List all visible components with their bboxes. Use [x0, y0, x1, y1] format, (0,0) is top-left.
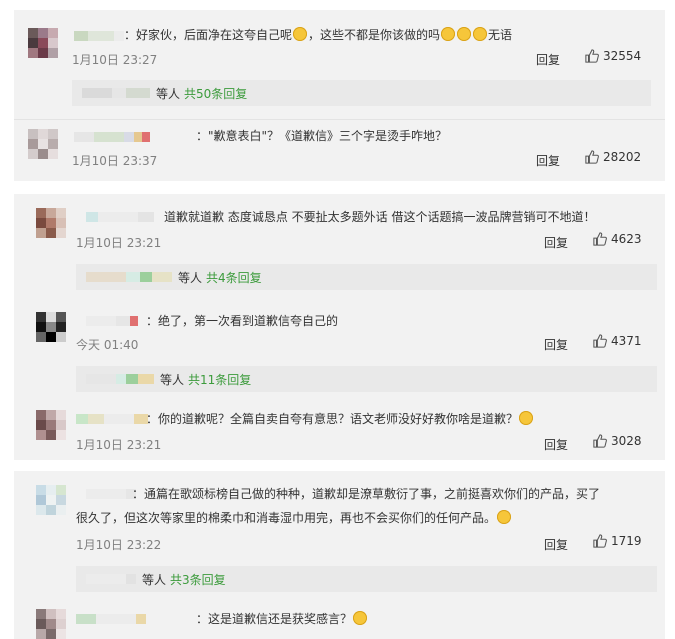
reply-thread-link[interactable]: 等人 共50条回复: [72, 80, 651, 106]
comment-time: 1月10日 23:21: [76, 438, 162, 452]
reply-usernames: [86, 572, 136, 586]
like-button[interactable]: 3028: [593, 434, 642, 448]
thumbs-up-icon: [593, 334, 607, 348]
comment-time: 今天 01:40: [76, 338, 139, 352]
like-button[interactable]: 32554: [585, 49, 641, 63]
avatar[interactable]: [36, 312, 66, 342]
like-count: 1719: [611, 534, 642, 548]
reply-button[interactable]: 回复: [544, 336, 568, 353]
reply-button[interactable]: 回复: [536, 152, 560, 169]
username[interactable]: [86, 487, 136, 501]
username[interactable]: [76, 612, 146, 626]
emoji-icon: [353, 611, 368, 625]
thumbs-up-icon: [593, 232, 607, 246]
thumbs-up-icon: [593, 534, 607, 548]
emoji-icon: [473, 27, 488, 41]
emoji-icon: [441, 27, 456, 41]
like-count: 32554: [603, 49, 642, 63]
reply-usernames: [86, 270, 172, 284]
reply-thread-link[interactable]: 等人 共4条回复: [76, 264, 657, 290]
emoji-icon: [519, 411, 534, 425]
username[interactable]: [86, 314, 138, 328]
avatar[interactable]: [28, 129, 58, 159]
comment-text: ：绝了，第一次看到道歉信夸自己的: [146, 314, 339, 328]
comment-time: 1月10日 23:27: [72, 53, 158, 67]
avatar[interactable]: [36, 609, 66, 639]
like-count: 3028: [611, 434, 642, 448]
reply-usernames: [86, 372, 154, 386]
comment-panel: ：好家伙，后面净在这夸自己呢 ，这些不都是你该做的吗 无语 1月10日 23:27 …: [14, 10, 665, 181]
comment-text: ：这是道歉信还是获奖感言？: [196, 610, 368, 628]
like-button[interactable]: 4623: [593, 232, 642, 246]
comment-time: 1月10日 23:37: [72, 154, 158, 168]
comment-text: ：通篇在歌颂标榜自己做的种种，道歉却是潦草敷衍了事，之前挺喜欢你们的产品，买了: [132, 487, 601, 501]
comment-time: 1月10日 23:21: [76, 236, 162, 250]
comment-panel: 道歉就道歉 态度诚恳点 不要扯太多题外话 借这个话题搞一波品牌营销可不地道！ 1…: [14, 194, 665, 460]
avatar[interactable]: [36, 410, 66, 440]
like-count: 4623: [611, 232, 642, 246]
reply-usernames: [82, 86, 150, 100]
username[interactable]: [76, 412, 148, 426]
emoji-icon: [293, 27, 308, 41]
comment-text: ：好家伙，后面净在这夸自己呢 ，这些不都是你该做的吗 无语: [124, 27, 513, 42]
thumbs-up-icon: [585, 150, 599, 164]
avatar[interactable]: [28, 28, 58, 58]
comment-panel: ：通篇在歌颂标榜自己做的种种，道歉却是潦草敷衍了事，之前挺喜欢你们的产品，买了 …: [14, 471, 665, 639]
username[interactable]: [86, 210, 154, 224]
reply-button[interactable]: 回复: [544, 234, 568, 251]
like-count: 4371: [611, 334, 642, 348]
username[interactable]: [74, 29, 124, 43]
emoji-icon: [457, 27, 472, 41]
like-button[interactable]: 1719: [593, 534, 642, 548]
like-button[interactable]: 28202: [585, 150, 641, 164]
reply-button[interactable]: 回复: [544, 536, 568, 553]
comment-text: 道歉就道歉 态度诚恳点 不要扯太多题外话 借这个话题搞一波品牌营销可不地道！: [164, 210, 596, 224]
username[interactable]: [74, 130, 150, 144]
comment-time: 1月10日 23:22: [76, 538, 162, 552]
like-button[interactable]: 4371: [593, 334, 642, 348]
comment-text: ："歉意表白"？《道歉信》三个字是烫手咋地？: [196, 129, 448, 143]
comment-text-line2: 很久了，但这次等家里的棉柔巾和消毒湿巾用完，再也不会买你们的任何产品。: [76, 509, 512, 527]
thumbs-up-icon: [593, 434, 607, 448]
like-count: 28202: [603, 150, 642, 164]
reply-button[interactable]: 回复: [536, 51, 560, 68]
reply-thread-link[interactable]: 等人 共11条回复: [76, 366, 657, 392]
thumbs-up-icon: [585, 49, 599, 63]
emoji-icon: [497, 510, 512, 524]
avatar[interactable]: [36, 485, 66, 515]
reply-button[interactable]: 回复: [544, 436, 568, 453]
reply-thread-link[interactable]: 等人 共3条回复: [76, 566, 657, 592]
avatar[interactable]: [36, 208, 66, 238]
comment-text: ：你的道歉呢？全篇自卖自夸有意思？语文老师没好好教你啥是道歉？: [146, 410, 534, 428]
